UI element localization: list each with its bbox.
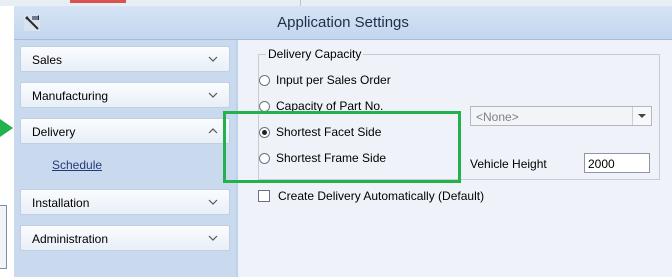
nav-item-sales[interactable]: Sales xyxy=(20,46,230,72)
radio-label: Input per Sales Order xyxy=(276,73,391,87)
nav-item-label: Administration xyxy=(32,232,109,246)
create-delivery-auto-checkbox[interactable] xyxy=(258,190,270,202)
tab-indicator xyxy=(70,0,126,3)
nav-item-label: Installation xyxy=(32,196,90,210)
title-bar: Application Settings xyxy=(14,6,672,40)
chevron-down-icon xyxy=(208,92,218,98)
nav-item-installation[interactable]: Installation xyxy=(20,189,230,215)
vehicle-height-input[interactable]: 2000 xyxy=(584,153,650,173)
highlight-box xyxy=(223,111,461,183)
radio-input-per-sales-order[interactable] xyxy=(259,75,270,86)
vehicle-height-label: Vehicle Height xyxy=(470,157,547,171)
chevron-up-icon xyxy=(208,128,218,134)
chevron-down-icon xyxy=(208,235,218,241)
nav-item-administration[interactable]: Administration xyxy=(20,225,230,251)
part-no-select[interactable]: <None> xyxy=(470,106,652,126)
nav-item-manufacturing[interactable]: Manufacturing xyxy=(20,82,230,108)
nav-item-label: Sales xyxy=(32,53,63,67)
nav-item-label: Delivery xyxy=(32,125,76,139)
delivery-subpanel: Schedule xyxy=(20,146,230,182)
create-delivery-auto-label: Create Delivery Automatically (Default) xyxy=(278,189,485,203)
part-no-select-value: <None> xyxy=(476,110,519,124)
nav-item-label: Manufacturing xyxy=(32,89,109,103)
settings-nav: Sales Manufacturing Delivery Schedule In… xyxy=(14,40,236,277)
vehicle-height-value: 2000 xyxy=(588,157,615,171)
background-panel-edge xyxy=(0,205,7,269)
chevron-down-icon xyxy=(208,56,218,62)
nav-item-delivery[interactable]: Delivery xyxy=(20,118,230,144)
pointer-arrow-icon xyxy=(0,119,13,137)
chevron-down-icon xyxy=(208,199,218,205)
delivery-capacity-label: Delivery Capacity xyxy=(266,47,364,61)
dropdown-arrow-icon[interactable] xyxy=(632,107,651,125)
nav-link-schedule[interactable]: Schedule xyxy=(52,158,102,172)
window-title: Application Settings xyxy=(277,14,409,31)
